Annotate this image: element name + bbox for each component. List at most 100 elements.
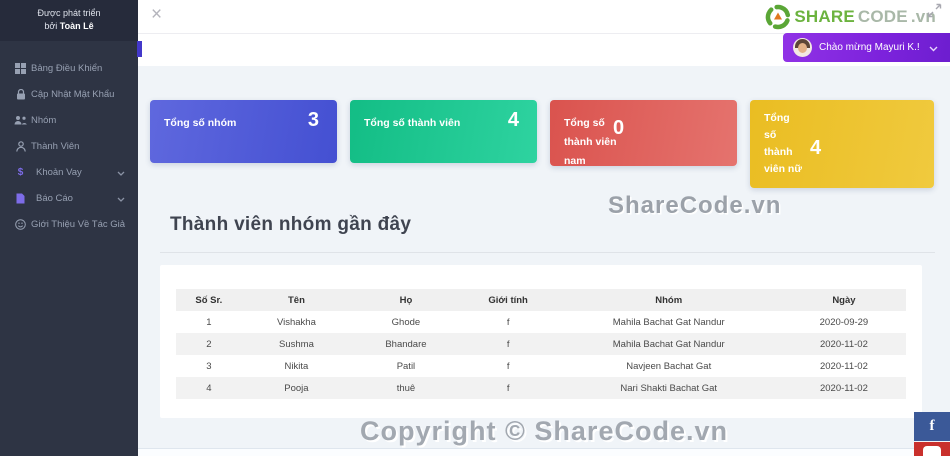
cell-ten: Vishakha	[241, 311, 352, 333]
cell-ngay: 2020-11-02	[781, 377, 906, 399]
table-row[interactable]: 3 Nikita Patil f Navjeen Bachat Gat 2020…	[176, 355, 906, 377]
cell-nhom: Mahila Bachat Gat Nandur	[555, 311, 782, 333]
sidebar-item-about-author[interactable]: Giới Thiệu Về Tác Giả	[0, 211, 138, 237]
sidebar-nav: Bảng Điều Khiển Cập Nhật Mật Khẩu Nhóm T…	[0, 55, 138, 237]
col-header-nhom: Nhóm	[555, 289, 782, 311]
col-header-ho: Họ	[351, 289, 461, 311]
table-row[interactable]: 2 Sushma Bhandare f Mahila Bachat Gat Na…	[176, 333, 906, 355]
sidebar-item-dashboard[interactable]: Bảng Điều Khiển	[0, 55, 138, 81]
cell-ngay: 2020-11-02	[781, 355, 906, 377]
sidebar-item-label: Bảng Điều Khiển	[31, 62, 103, 74]
sharecode-logo: SHARE CODE .vn	[765, 4, 936, 30]
sidebar-item-label: Nhóm	[31, 114, 57, 126]
sidebar-item-label: Cập Nhật Mật Khẩu	[31, 88, 115, 100]
sidebar-item-groups[interactable]: Nhóm	[0, 107, 138, 133]
cell-ngay: 2020-11-02	[781, 333, 906, 355]
facebook-button[interactable]: f	[914, 412, 950, 441]
facebook-icon: f	[929, 418, 935, 434]
cell-ten: Sushma	[241, 333, 352, 355]
cell-ho: Bhandare	[351, 333, 461, 355]
recent-members-table: Số Sr. Tên Họ Giới tính Nhóm Ngày 1 Vish…	[176, 289, 906, 399]
sidebar-item-update-password[interactable]: Cập Nhật Mật Khẩu	[0, 81, 138, 107]
cell-sr: 3	[176, 355, 242, 377]
user-menu-button[interactable]: Chào mừng Mayuri K.!	[783, 33, 950, 62]
brand-code-text: CODE	[857, 7, 908, 26]
cell-ngay: 2020-09-29	[781, 311, 906, 333]
active-nav-indicator	[137, 41, 142, 57]
col-header-ngay: Ngày	[781, 289, 906, 311]
dashboard-grid-icon	[13, 62, 28, 74]
dev-note-line1: Được phát triển	[37, 8, 101, 18]
footer-strip	[138, 448, 950, 456]
chevron-down-icon	[929, 39, 938, 57]
sidebar-item-reports[interactable]: Báo Cáo	[0, 185, 138, 211]
cell-nhom: Mahila Bachat Gat Nandur	[555, 333, 782, 355]
sidebar-dev-note: Được phát triển bởi Toàn Lê	[0, 0, 138, 42]
sidebar-item-label: Thành Viên	[31, 140, 80, 152]
youtube-icon	[923, 446, 941, 456]
cell-ho: thuê	[351, 377, 461, 399]
col-header-sr: Số Sr.	[176, 289, 242, 311]
stat-value: 4	[507, 109, 519, 131]
dashboard-page: Được phát triển bởi Toàn Lê Bảng Điều Kh…	[0, 0, 950, 456]
watermark-sharecode: ShareCode.vn	[608, 192, 782, 219]
chevron-down-icon	[117, 168, 125, 179]
cell-sr: 1	[176, 311, 242, 333]
sidebar-item-members[interactable]: Thành Viên	[0, 133, 138, 159]
sidebar-item-label: Giới Thiệu Về Tác Giả	[31, 218, 126, 230]
cell-ten: Pooja	[241, 377, 352, 399]
table-row[interactable]: 1 Vishakha Ghode f Mahila Bachat Gat Nan…	[176, 311, 906, 333]
stat-value: 4	[810, 137, 822, 159]
expand-resize-icon[interactable]	[927, 3, 942, 23]
user-avatar	[793, 38, 812, 57]
group-icon	[13, 115, 28, 126]
table-header-row: Số Sr. Tên Họ Giới tính Nhóm Ngày	[176, 289, 906, 311]
youtube-button[interactable]	[914, 442, 950, 456]
watermark-copyright: Copyright © ShareCode.vn	[360, 416, 728, 446]
sidebar: Được phát triển bởi Toàn Lê Bảng Điều Kh…	[0, 0, 138, 456]
stat-card-male-members[interactable]: Tổng số thành viên nam 0	[550, 100, 737, 167]
cell-gioitinh: f	[460, 311, 556, 333]
cell-sr: 4	[176, 377, 242, 399]
report-file-icon	[13, 193, 28, 204]
section-divider	[160, 252, 935, 253]
stat-label: Tổng số thành viên	[364, 117, 461, 129]
topbar: × SHARE CODE .vn Chào mừng Mayuri K.!	[138, 0, 950, 66]
cell-nhom: Nari Shakti Bachat Gat	[555, 377, 782, 399]
stat-value: 0	[613, 117, 625, 139]
stat-cards-row: Tổng số nhóm 3 Tổng số thành viên 4 Tổng…	[150, 100, 934, 188]
brand-share-text: SHARE	[794, 7, 855, 26]
sidebar-item-label: Báo Cáo	[36, 192, 73, 204]
cell-sr: 2	[176, 333, 242, 355]
dollar-icon: $	[17, 166, 24, 178]
sidebar-toggle-close-icon[interactable]: ×	[151, 5, 162, 24]
main-content: Tổng số nhóm 3 Tổng số thành viên 4 Tổng…	[138, 66, 950, 456]
table-row[interactable]: 4 Pooja thuê f Nari Shakti Bachat Gat 20…	[176, 377, 906, 399]
cell-ho: Patil	[351, 355, 461, 377]
dev-note-boi: bởi	[44, 21, 60, 32]
sharecode-logo-icon	[765, 4, 791, 30]
cell-gioitinh: f	[460, 355, 556, 377]
stat-label: Tổng số thành viên nữ	[764, 112, 802, 175]
stat-label: Tổng số nhóm	[164, 117, 237, 129]
user-greeting-label: Chào mừng Mayuri K.!	[819, 42, 920, 53]
cell-ho: Ghode	[351, 311, 461, 333]
cell-ten: Nikita	[241, 355, 352, 377]
recent-members-table-card: Số Sr. Tên Họ Giới tính Nhóm Ngày 1 Vish…	[160, 265, 922, 418]
cell-gioitinh: f	[460, 377, 556, 399]
stat-value: 3	[307, 109, 319, 131]
smiley-icon	[13, 218, 28, 230]
sidebar-item-label: Khoản Vay	[36, 166, 82, 178]
stat-card-female-members[interactable]: Tổng số thành viên nữ 4	[750, 100, 934, 188]
sidebar-item-loans[interactable]: $ Khoản Vay	[0, 159, 138, 185]
lock-icon	[13, 88, 28, 100]
col-header-ten: Tên	[241, 289, 352, 311]
dev-note-author: Toàn Lê	[59, 21, 94, 32]
section-title-recent-members: Thành viên nhóm gần đây	[170, 214, 412, 235]
cell-nhom: Navjeen Bachat Gat	[555, 355, 782, 377]
chevron-down-icon	[117, 194, 125, 205]
col-header-gioitinh: Giới tính	[460, 289, 556, 311]
stat-card-total-members[interactable]: Tổng số thành viên 4	[350, 100, 537, 163]
member-icon	[13, 140, 28, 152]
stat-card-total-groups[interactable]: Tổng số nhóm 3	[150, 100, 337, 163]
